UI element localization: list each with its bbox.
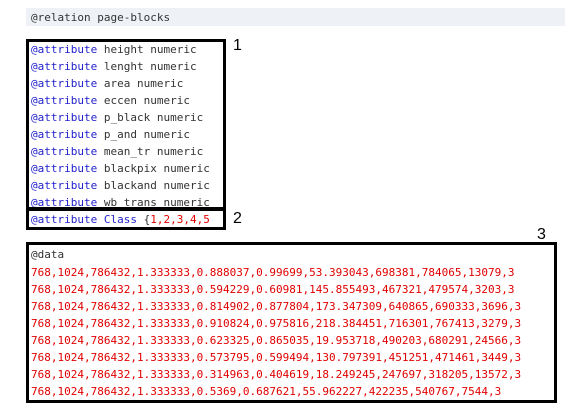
annotation-box-data [26,242,557,403]
annotation-label-3: 3 [537,226,546,243]
relation-declaration: @relation page-blocks [31,11,171,24]
annotation-box-class [26,208,226,230]
annotation-label-1: 1 [233,37,242,54]
annotation-box-attributes [26,39,226,210]
annotation-label-2: 2 [233,210,242,227]
arff-editor-view: { "relation_line": "@relation page-block… [0,0,565,411]
